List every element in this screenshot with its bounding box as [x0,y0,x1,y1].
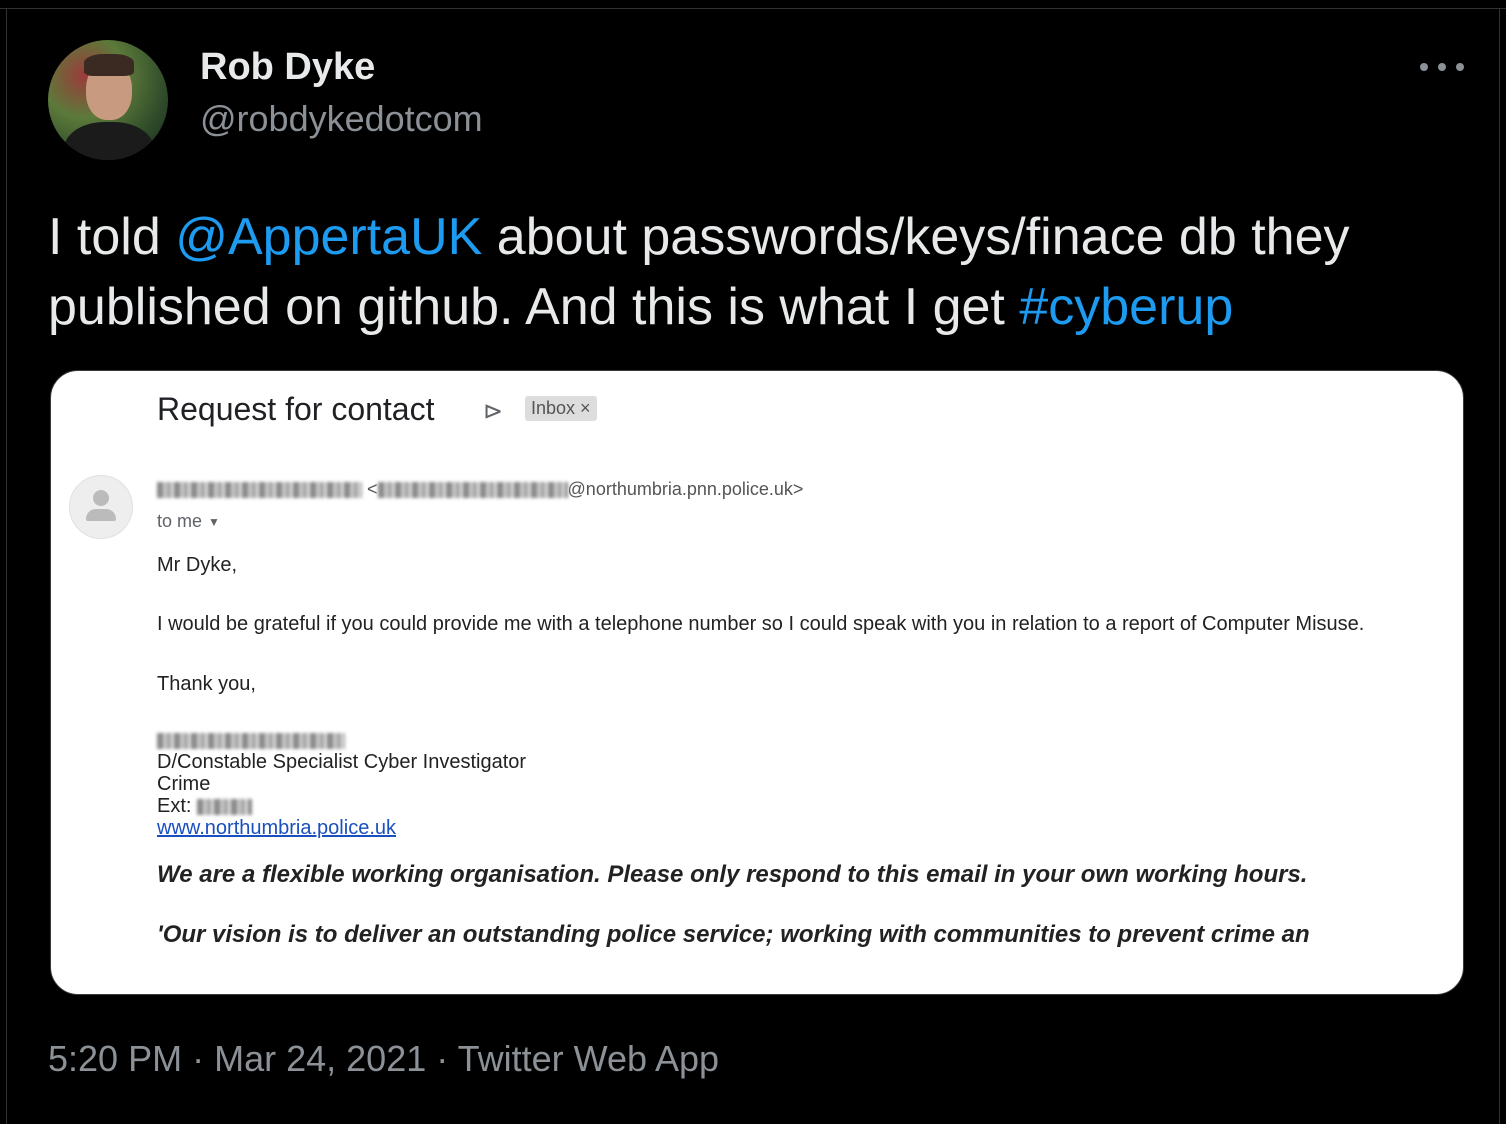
email-greeting: Mr Dyke, [157,554,237,576]
email-subject: Request for contact [157,391,435,427]
dot [1456,63,1464,71]
recipient-label: to me [157,511,203,531]
recipient-line: to me ▼ [157,511,220,532]
email-thanks: Thank you, [157,673,256,695]
top-divider [0,8,1506,9]
meta-separator: · [192,1038,205,1079]
chevron-down-icon: ▼ [208,515,220,530]
user-handle[interactable]: @robdykedotcom [200,98,483,140]
signature-title: D/Constable Specialist Cyber Investigato… [157,751,527,773]
email-body: I would be grateful if you could provide… [157,613,1365,635]
redacted-ext-number [197,798,253,815]
attached-image[interactable]: Request for contact ⊳ Inbox × < @northumb… [50,370,1464,995]
signature-ext: Ext: [157,795,253,817]
profile-avatar[interactable] [48,40,168,160]
display-name[interactable]: Rob Dyke [200,46,375,89]
tweet-text-start: I told [48,208,176,266]
website-link[interactable]: www.northumbria.police.uk [157,817,396,839]
redacted-signature-name [157,732,345,749]
mention-link[interactable]: @AppertaUK [175,208,482,266]
avatar-hair [84,54,134,76]
right-border [1499,8,1500,1124]
sender-avatar-icon [69,475,133,539]
signature-dept: Crime [157,773,211,795]
dot [1420,63,1428,71]
signature-name [157,729,345,751]
hashtag-link[interactable]: #cyberup [1019,278,1233,336]
sender-domain: @northumbria.pnn.police.uk> [567,479,804,499]
ext-label: Ext: [157,795,192,817]
tweet-time[interactable]: 5:20 PM [48,1038,182,1079]
email-footer-2: 'Our vision is to deliver an outstanding… [157,921,1310,948]
tweet-date[interactable]: Mar 24, 2021 [214,1038,426,1079]
sender-bracket: < [367,479,378,499]
meta-separator: · [436,1038,449,1079]
tweet-text: I told @AppertaUK about passwords/keys/f… [48,202,1468,342]
email-footer-1: We are a flexible working organisation. … [157,861,1308,888]
inbox-label-chip: Inbox × [525,396,597,421]
redacted-sender-name [157,482,362,499]
tweet-meta: 5:20 PM · Mar 24, 2021 · Twitter Web App [48,1038,719,1080]
label-arrow-icon: ⊳ [483,398,504,425]
left-border [6,8,7,1124]
avatar-shirt [64,122,154,160]
dot [1438,63,1446,71]
signature-link: www.northumbria.police.uk [157,817,396,839]
tweet-source[interactable]: Twitter Web App [458,1038,719,1079]
sender-line: < @northumbria.pnn.police.uk> [157,479,803,500]
more-options-icon[interactable] [1420,52,1464,82]
redacted-sender-local [377,482,568,499]
